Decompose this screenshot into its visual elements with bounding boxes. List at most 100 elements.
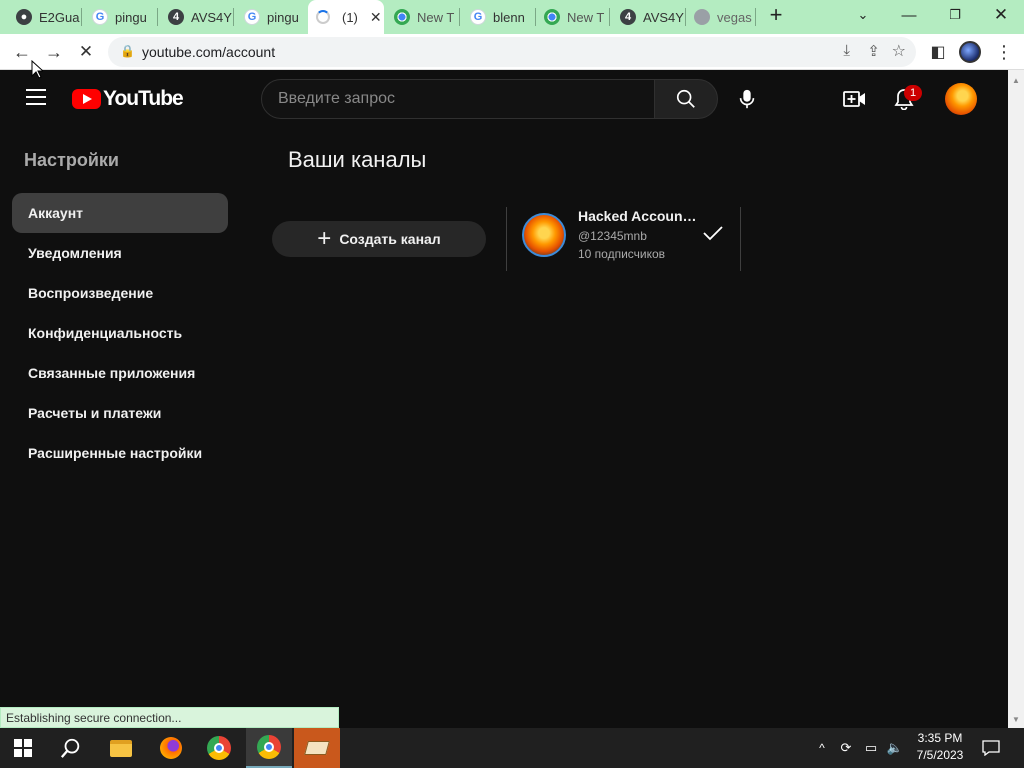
network-icon[interactable]: ▭ [860, 728, 882, 768]
stop-loading-icon[interactable]: ✕ [72, 38, 100, 66]
microphone-icon [739, 89, 755, 109]
tab-title: blenn [493, 9, 525, 25]
forward-arrow-icon[interactable]: → [40, 38, 68, 66]
tab-strip: ● E2Gua G pingu 4 AVS4Y G pingu (1) ✕ Ne… [0, 0, 1024, 34]
chrome-icon [394, 9, 410, 25]
search-icon [676, 89, 695, 108]
settings-title: Настройки [24, 150, 119, 170]
browser-tab[interactable]: 4 AVS4Y [160, 4, 234, 30]
nav-item-advanced[interactable]: Расширенные настройки [12, 433, 228, 473]
volume-muted-icon[interactable]: 🔈 [884, 728, 906, 768]
create-channel-button[interactable]: + Создать канал [272, 221, 486, 257]
scroll-down-icon[interactable]: ▼ [1012, 715, 1020, 724]
nav-item-playback[interactable]: Воспроизведение [12, 273, 228, 313]
firefox-icon[interactable] [148, 728, 194, 768]
chevron-up-icon[interactable]: ^ [812, 728, 832, 768]
lock-icon: 🔒 [120, 44, 135, 58]
bookmark-star-icon[interactable]: ☆ [892, 41, 906, 61]
tab-title: (1) [342, 9, 358, 25]
search-icon[interactable] [48, 728, 94, 768]
tab-title: vegas [717, 9, 752, 25]
tab-search-chevron-icon[interactable]: ⌄ [840, 0, 886, 30]
channel-avatar[interactable] [522, 213, 566, 257]
menu-icon[interactable] [26, 89, 46, 105]
checkmark-icon [703, 226, 723, 241]
channels-title: Ваши каналы [288, 147, 427, 172]
share-icon[interactable]: ⇪ [867, 42, 880, 60]
chrome-active-icon[interactable] [246, 728, 292, 768]
search-button[interactable] [654, 79, 718, 119]
video-camera-plus-icon [843, 91, 865, 107]
browser-tab[interactable]: G blenn [462, 4, 536, 30]
google-icon: G [470, 9, 486, 25]
address-bar[interactable]: 🔒 youtube.com/account ⤓ ⇪ ☆ [108, 37, 916, 67]
notification-badge: 1 [904, 85, 922, 101]
install-icon[interactable]: ⤓ [843, 42, 850, 59]
tab-title: AVS4Y [643, 9, 684, 25]
create-video-button[interactable] [835, 79, 875, 119]
clock[interactable]: 3:35 PM 7/5/2023 [912, 730, 968, 764]
tab-title: AVS4Y [191, 9, 232, 25]
taskbar: ^ ⟳ ▭ 🔈 3:35 PM 7/5/2023 [0, 728, 1024, 768]
channel-name[interactable]: Hacked Account ... [578, 208, 698, 224]
url-text[interactable]: youtube.com/account [142, 44, 275, 60]
close-window-icon[interactable]: ✕ [978, 0, 1024, 30]
avs-icon: 4 [620, 9, 636, 25]
voice-search-button[interactable] [727, 79, 767, 119]
chrome-icon[interactable] [196, 728, 242, 768]
browser-toolbar: ← → ✕ 🔒 youtube.com/account ⤓ ⇪ ☆ ◧ ⋮ [0, 34, 1024, 70]
scroll-up-icon[interactable]: ▲ [1012, 76, 1020, 85]
status-bubble: Establishing secure connection... [0, 707, 339, 728]
tab-title: pingu [267, 9, 299, 25]
account-avatar[interactable] [945, 83, 977, 115]
chrome-dark-icon: ● [16, 9, 32, 25]
divider [506, 207, 507, 271]
youtube-play-icon [72, 89, 101, 109]
browser-tab[interactable]: 4 AVS4Y [612, 4, 686, 30]
google-icon: G [92, 9, 108, 25]
browser-tab[interactable]: New T [386, 4, 460, 30]
chrome-icon [544, 9, 560, 25]
avs-icon: 4 [168, 9, 184, 25]
youtube-logo[interactable]: YouTube [72, 87, 184, 111]
masthead: YouTube 1 [0, 70, 1008, 126]
app-icon[interactable] [294, 728, 340, 768]
restore-icon[interactable]: ❐ [932, 0, 978, 30]
notification-center-icon[interactable] [970, 728, 1012, 768]
chrome-menu-icon[interactable]: ⋮ [990, 38, 1018, 66]
tab-title: New T [567, 9, 605, 25]
tab-title: pingu [115, 9, 147, 25]
close-tab-icon[interactable]: ✕ [370, 9, 382, 26]
browser-tab[interactable]: New T [536, 4, 610, 30]
browser-tab-active[interactable]: (1) ✕ [308, 0, 384, 34]
channel-subscribers: 10 подписчиков [578, 247, 666, 261]
search-box[interactable] [261, 79, 655, 119]
browser-tab[interactable]: G pingu [236, 4, 310, 30]
scrollbar[interactable]: ▲ ▼ [1008, 70, 1024, 728]
google-icon: G [244, 9, 260, 25]
nav-item-connected-apps[interactable]: Связанные приложения [12, 353, 228, 393]
new-tab-icon[interactable]: + [754, 0, 798, 30]
windows-start-icon[interactable] [0, 728, 46, 768]
youtube-page: YouTube 1 Настройки Аккаунт Уведомления … [0, 70, 1008, 728]
tab-title: E2Gua [39, 9, 80, 25]
tab-title: New T [417, 9, 455, 25]
browser-tab[interactable]: G pingu [84, 4, 158, 30]
date: 7/5/2023 [916, 748, 964, 762]
globe-icon [694, 9, 710, 25]
side-panel-icon[interactable]: ◧ [924, 38, 952, 66]
browser-tab[interactable]: ● E2Gua [8, 4, 82, 30]
nav-item-account[interactable]: Аккаунт [12, 193, 228, 233]
nav-item-billing[interactable]: Расчеты и платежи [12, 393, 228, 433]
search-input[interactable] [278, 90, 638, 108]
minimize-icon[interactable]: — [886, 0, 932, 30]
nav-item-privacy[interactable]: Конфиденциальность [12, 313, 228, 353]
sync-icon[interactable]: ⟳ [836, 728, 856, 768]
browser-tab[interactable]: vegas [686, 4, 756, 30]
file-explorer-icon[interactable] [98, 728, 144, 768]
mouse-cursor-icon [31, 60, 43, 79]
profile-avatar-icon[interactable] [956, 38, 984, 66]
nav-item-notifications[interactable]: Уведомления [12, 233, 228, 273]
plus-icon: + [317, 225, 332, 252]
loading-spinner-icon [316, 10, 330, 24]
